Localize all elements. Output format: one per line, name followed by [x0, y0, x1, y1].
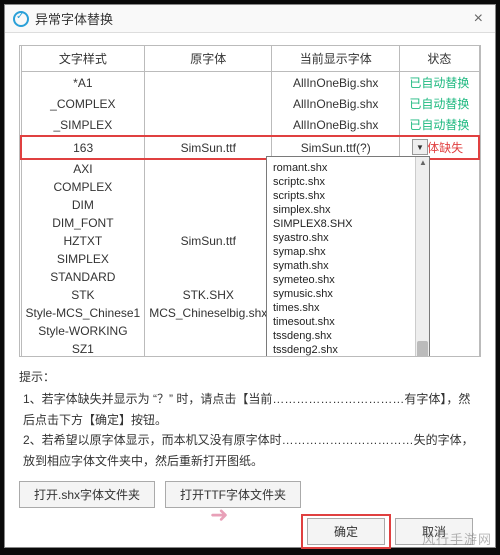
open-shx-button[interactable]: 打开.shx字体文件夹 — [19, 481, 155, 508]
cell-style: STANDARD — [21, 268, 145, 286]
cell-orig — [145, 159, 272, 178]
cell-style: _SIMPLEX — [21, 114, 145, 136]
cell-curr: AllInOneBig.shx — [272, 72, 400, 94]
dropdown-item[interactable]: symath.shx — [267, 259, 429, 273]
hints-block: 提示： 1、若字体缺失并显示为 “？” 时，请点击【当前……………………………有… — [19, 367, 481, 471]
cell-style: DIM_FONT — [21, 214, 145, 232]
cell-orig: SimSun.ttf — [145, 136, 272, 159]
cell-style: SZ1 — [21, 340, 145, 357]
col-header-style: 文字样式 — [21, 46, 145, 72]
dialog-buttons: 确定 取消 — [19, 518, 481, 545]
cell-orig — [145, 340, 272, 357]
cell-style: *A1 — [21, 72, 145, 94]
cell-orig — [145, 322, 272, 340]
app-icon — [13, 11, 29, 27]
dropdown-item[interactable]: scripts.shx — [267, 189, 429, 203]
cell-style: 163 — [21, 136, 145, 159]
titlebar: 异常字体替换 × — [5, 5, 495, 33]
scrollbar[interactable]: ▲ ▼ — [415, 157, 429, 357]
table-row[interactable]: *A1 AllInOneBig.shx已自动替换 — [21, 72, 479, 94]
cell-orig — [145, 72, 272, 94]
dialog-window: 异常字体替换 × 文字样式 原字体 当前显示字体 状态 *A1 AllInOneB… — [4, 4, 496, 548]
ok-button[interactable]: 确定 — [307, 518, 385, 545]
cell-orig — [145, 178, 272, 196]
col-header-status: 状态 — [400, 46, 479, 72]
dropdown-item[interactable]: tssdeng.shx — [267, 329, 429, 343]
cell-status: 已自动替换 — [400, 93, 479, 114]
dropdown-item[interactable]: romant.shx — [267, 161, 429, 175]
cell-style: AXI — [21, 159, 145, 178]
cell-status: 已自动替换 — [400, 114, 479, 136]
cell-orig: STK.SHX — [145, 286, 272, 304]
cell-style: COMPLEX — [21, 178, 145, 196]
cell-orig — [145, 214, 272, 232]
annotation-arrow-icon: ➜ — [210, 502, 228, 528]
cell-orig — [145, 250, 272, 268]
col-header-curr: 当前显示字体 — [272, 46, 400, 72]
dropdown-item[interactable]: symusic.shx — [267, 287, 429, 301]
hints-label: 提示： — [19, 367, 481, 387]
close-icon[interactable]: × — [470, 10, 487, 28]
cell-style: Style-WORKING — [21, 322, 145, 340]
chevron-down-icon[interactable]: ▼ — [412, 139, 428, 155]
scrollbar-thumb[interactable] — [417, 341, 428, 357]
cell-style: STK — [21, 286, 145, 304]
folder-buttons: 打开.shx字体文件夹 打开TTF字体文件夹 — [19, 481, 481, 508]
cell-orig: SimSun.ttf — [145, 232, 272, 250]
dropdown-item[interactable]: symeteo.shx — [267, 273, 429, 287]
cell-status: 已自动替换 — [400, 72, 479, 94]
table-row[interactable]: _SIMPLEX AllInOneBig.shx已自动替换 — [21, 114, 479, 136]
cell-curr: AllInOneBig.shx — [272, 114, 400, 136]
window-title: 异常字体替换 — [35, 9, 113, 28]
dropdown-item[interactable]: scriptc.shx — [267, 175, 429, 189]
table-header-row: 文字样式 原字体 当前显示字体 状态 — [21, 46, 479, 72]
cell-curr: AllInOneBig.shx — [272, 93, 400, 114]
dropdown-item[interactable]: times.shx — [267, 301, 429, 315]
font-dropdown[interactable]: isoct.shxisoct2.shxisoct3.shxitalic.shxi… — [266, 156, 430, 357]
watermark: 风行手游网 — [422, 529, 492, 548]
hint-2: 2、若希望以原字体显示，而本机又没有原字体时……………………………失的字体，放到… — [19, 430, 481, 471]
dropdown-item[interactable]: SIMPLEX8.SHX — [267, 217, 429, 231]
cell-orig — [145, 93, 272, 114]
scroll-up-icon[interactable]: ▲ — [419, 158, 427, 167]
cell-style: Style-MCS_Chinese1 — [21, 304, 145, 322]
cell-orig — [145, 196, 272, 214]
content-area: 文字样式 原字体 当前显示字体 状态 *A1 AllInOneBig.shx已自动… — [5, 33, 495, 555]
dropdown-item[interactable]: symap.shx — [267, 245, 429, 259]
dropdown-item[interactable]: timesout.shx — [267, 315, 429, 329]
dropdown-item[interactable]: simplex.shx — [267, 203, 429, 217]
cell-orig — [145, 114, 272, 136]
hint-1: 1、若字体缺失并显示为 “？” 时，请点击【当前……………………………有字体】，… — [19, 389, 481, 430]
cell-orig — [145, 268, 272, 286]
col-header-orig: 原字体 — [145, 46, 272, 72]
font-table: 文字样式 原字体 当前显示字体 状态 *A1 AllInOneBig.shx已自动… — [19, 45, 481, 357]
dropdown-item[interactable]: tssdeng2.shx — [267, 343, 429, 357]
cell-style: DIM — [21, 196, 145, 214]
dropdown-item[interactable]: syastro.shx — [267, 231, 429, 245]
cell-orig: MCS_Chineselbig.shx — [145, 304, 272, 322]
open-ttf-button[interactable]: 打开TTF字体文件夹 — [165, 481, 301, 508]
cell-style: _COMPLEX — [21, 93, 145, 114]
cell-style: SIMPLEX — [21, 250, 145, 268]
cell-style: HZTXT — [21, 232, 145, 250]
table-row[interactable]: _COMPLEX AllInOneBig.shx已自动替换 — [21, 93, 479, 114]
